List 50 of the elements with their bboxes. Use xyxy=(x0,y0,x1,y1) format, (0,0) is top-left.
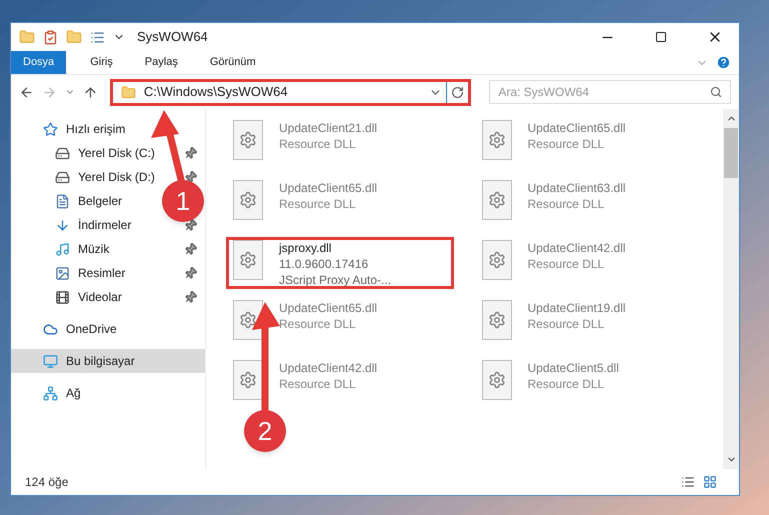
file-name: UpdateClient19.dll xyxy=(528,300,626,316)
file-detail: 11.0.9600.17416 xyxy=(279,256,370,272)
nav-item[interactable]: Bu bilgisayar xyxy=(11,349,205,373)
file-detail: Resource DLL xyxy=(279,196,357,212)
file-name: jsproxy.dll xyxy=(279,240,332,256)
nav-item-label[interactable]: Müzik xyxy=(78,240,110,258)
item-count: 124 öğe xyxy=(25,474,70,491)
file-name: UpdateClient65.dll xyxy=(279,180,378,196)
ribbon-tab[interactable]: Dosya xyxy=(11,51,66,74)
nav-item-label[interactable]: Belgeler xyxy=(78,192,122,210)
file-detail: Resource DLL xyxy=(528,376,606,392)
ribbon-tab[interactable]: Paylaş xyxy=(132,51,190,74)
ribbon-tab[interactable]: Giriş xyxy=(78,51,125,74)
file-detail: Resource DLL xyxy=(528,316,606,332)
file-item[interactable]: UpdateClient19.dll Resource DLL xyxy=(474,297,702,349)
nav-item[interactable]: OneDrive xyxy=(11,317,205,341)
nav-item[interactable]: Ağ xyxy=(11,381,205,405)
file-detail: Resource DLL xyxy=(279,316,357,332)
file-item[interactable]: UpdateClient5.dll Resource DLL xyxy=(474,357,702,409)
file-name: UpdateClient5.dll xyxy=(528,360,619,376)
search-input[interactable]: Ara: SysWOW64 xyxy=(498,83,710,101)
file-detail: Resource DLL xyxy=(528,196,606,212)
file-detail: JScript Proxy Auto-... xyxy=(279,272,392,288)
nav-item-label[interactable]: Videolar xyxy=(78,288,122,306)
file-item[interactable]: UpdateClient65.dll Resource DLL xyxy=(474,117,702,169)
file-item[interactable]: UpdateClient42.dll Resource DLL xyxy=(226,357,454,409)
ribbon-tab[interactable]: Görünüm xyxy=(198,51,268,74)
nav-item-label[interactable]: Yerel Disk (D:) xyxy=(78,168,155,186)
file-name: UpdateClient42.dll xyxy=(528,240,626,256)
nav-item-label[interactable]: İndirmeler xyxy=(78,216,132,234)
file-name: UpdateClient65.dll xyxy=(279,300,378,316)
file-detail: Resource DLL xyxy=(528,136,606,152)
nav-item[interactable]: Hızlı erişim xyxy=(11,117,205,141)
file-item[interactable]: UpdateClient21.dll Resource DLL xyxy=(226,117,454,169)
window-title: SysWOW64 xyxy=(137,28,209,46)
search-field[interactable]: Ara: SysWOW64 xyxy=(489,80,731,104)
file-detail: Resource DLL xyxy=(528,256,606,272)
file-item[interactable]: jsproxy.dll 11.0.9600.17416 JScript Proxy Auto-... xyxy=(226,237,454,289)
file-name: UpdateClient21.dll xyxy=(279,120,378,136)
file-item[interactable]: UpdateClient42.dll Resource DLL xyxy=(474,237,702,289)
file-detail: Resource DLL xyxy=(279,136,357,152)
file-item[interactable]: UpdateClient65.dll Resource DLL xyxy=(226,177,454,229)
file-item[interactable]: UpdateClient63.dll Resource DLL xyxy=(474,177,702,229)
nav-item-label[interactable]: Resimler xyxy=(78,264,126,282)
file-name: UpdateClient65.dll xyxy=(528,120,626,136)
file-name: UpdateClient63.dll xyxy=(528,180,626,196)
file-detail: Resource DLL xyxy=(279,376,357,392)
file-name: UpdateClient42.dll xyxy=(279,360,378,376)
nav-item-label[interactable]: Yerel Disk (C:) xyxy=(78,144,155,162)
address-field[interactable]: C:\Windows\SysWOW64 xyxy=(110,78,472,106)
